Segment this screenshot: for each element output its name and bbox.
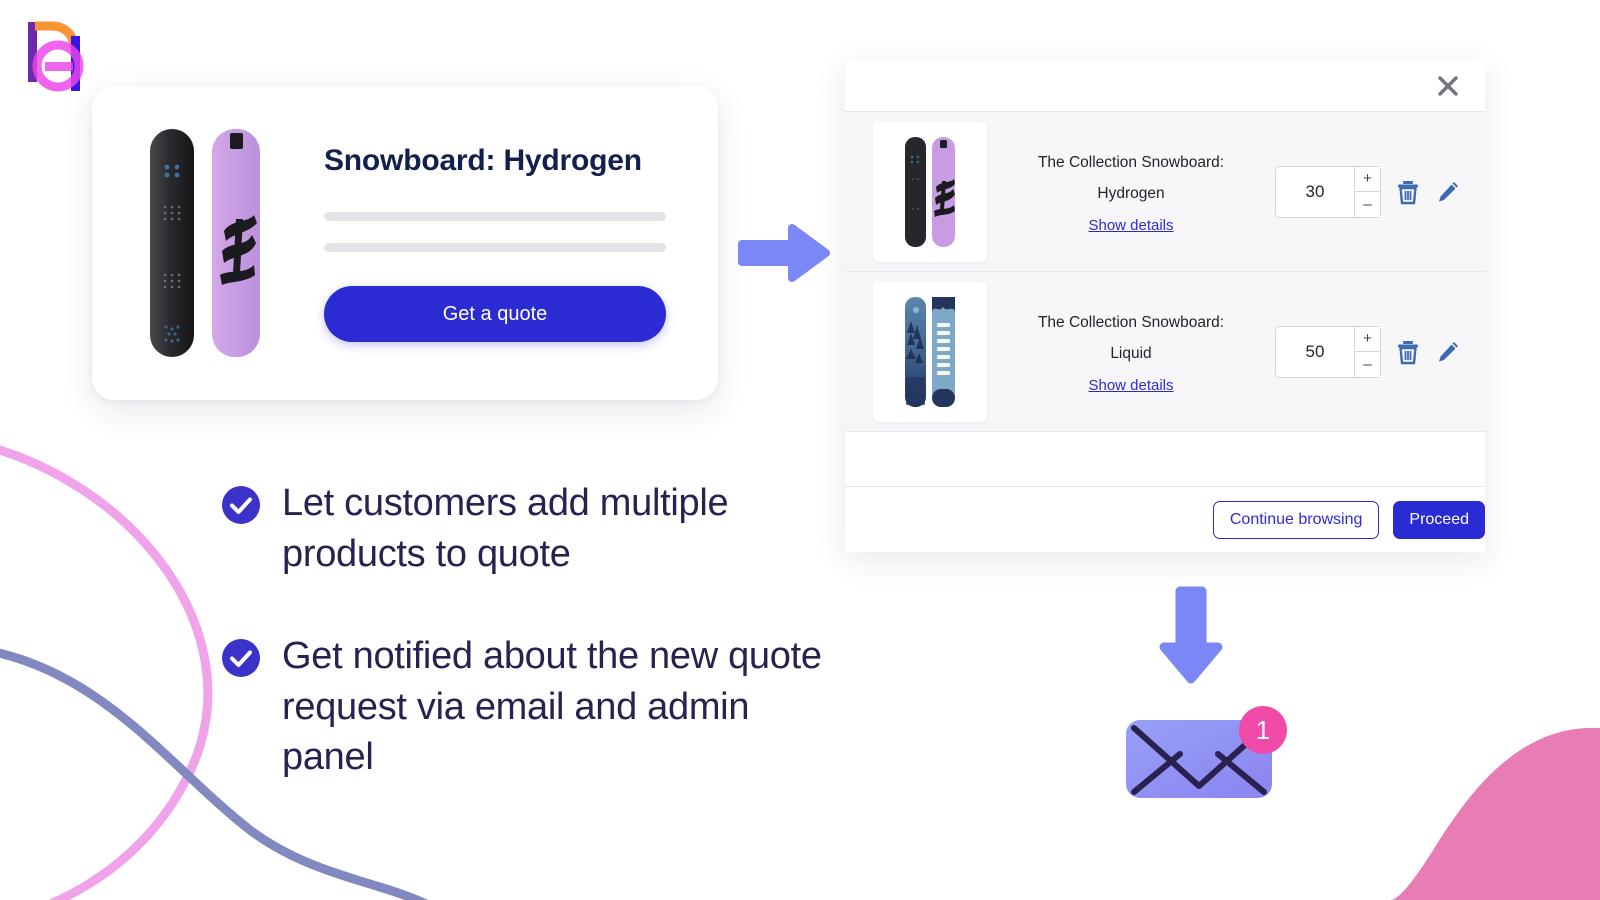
table-row: The Collection Snowboard: Liquid Show de… xyxy=(845,272,1485,432)
list-item: Get notified about the new quote request… xyxy=(222,631,822,783)
cart-modal: The Collection Snowboard: Hydrogen Show … xyxy=(845,60,1485,552)
pink-curve xyxy=(0,445,213,900)
item-info: The Collection Snowboard: Liquid Show de… xyxy=(987,308,1275,394)
item-title: The Collection Snowboard: xyxy=(1037,154,1225,172)
product-image xyxy=(92,123,302,363)
arrow-down-icon xyxy=(1159,586,1223,684)
edit-pencil-icon[interactable] xyxy=(1435,178,1461,206)
benefit-text: Let customers add multiple products to q… xyxy=(282,482,729,575)
benefit-text: Get notified about the new quote request… xyxy=(282,635,822,779)
quantity-input[interactable] xyxy=(1276,326,1354,377)
item-variant: Liquid xyxy=(1110,344,1152,362)
cart-summary-spacer xyxy=(845,432,1485,487)
cart-modal-header xyxy=(845,60,1485,112)
increment-button[interactable]: + xyxy=(1355,166,1380,191)
trash-icon[interactable] xyxy=(1395,338,1421,366)
edit-pencil-icon[interactable] xyxy=(1435,338,1461,366)
arrow-right-icon xyxy=(738,224,830,282)
stepper-buttons: + – xyxy=(1354,166,1380,217)
page-title: Snowboard: Hydrogen xyxy=(324,144,642,177)
product-thumbnail xyxy=(873,121,987,262)
quantity-stepper: + – xyxy=(1275,165,1381,218)
show-details-link[interactable]: Show details xyxy=(1088,377,1173,394)
email-notification: 1 xyxy=(1124,706,1292,798)
product-card: Snowboard: Hydrogen Get a quote xyxy=(92,86,718,400)
text-placeholder-line xyxy=(324,212,666,221)
decrement-button[interactable]: – xyxy=(1355,351,1380,377)
check-circle-icon xyxy=(222,486,260,524)
show-details-link[interactable]: Show details xyxy=(1088,217,1173,234)
trash-icon[interactable] xyxy=(1395,178,1421,206)
item-variant: Hydrogen xyxy=(1097,184,1165,202)
poster-stage: Snowboard: Hydrogen Get a quote The Coll… xyxy=(0,0,1600,900)
quantity-input[interactable] xyxy=(1276,166,1354,217)
notification-count: 1 xyxy=(1256,715,1270,745)
item-controls: + – xyxy=(1275,165,1461,218)
check-circle-icon xyxy=(222,639,260,678)
proceed-button[interactable]: Proceed xyxy=(1393,500,1485,539)
decrement-button[interactable]: – xyxy=(1355,191,1380,217)
benefits-list: Let customers add multiple products to q… xyxy=(222,478,822,835)
text-placeholder-line xyxy=(324,243,666,252)
get-a-quote-button[interactable]: Get a quote xyxy=(324,286,666,342)
item-controls: + – xyxy=(1275,325,1461,378)
continue-browsing-button[interactable]: Continue browsing xyxy=(1212,500,1380,539)
product-thumbnail xyxy=(873,281,987,422)
list-item: Let customers add multiple products to q… xyxy=(222,478,822,579)
de-logo xyxy=(28,21,84,92)
increment-button[interactable]: + xyxy=(1355,326,1380,351)
cart-modal-footer: Continue browsing Proceed xyxy=(845,487,1485,552)
quantity-stepper: + – xyxy=(1275,325,1381,378)
pink-blob xyxy=(1390,727,1600,900)
table-row: The Collection Snowboard: Hydrogen Show … xyxy=(845,112,1485,272)
close-icon[interactable] xyxy=(1433,71,1463,101)
product-details: Snowboard: Hydrogen Get a quote xyxy=(302,144,718,342)
item-title: The Collection Snowboard: xyxy=(1037,314,1225,332)
stepper-buttons: + – xyxy=(1354,326,1380,377)
item-info: The Collection Snowboard: Hydrogen Show … xyxy=(987,148,1275,234)
